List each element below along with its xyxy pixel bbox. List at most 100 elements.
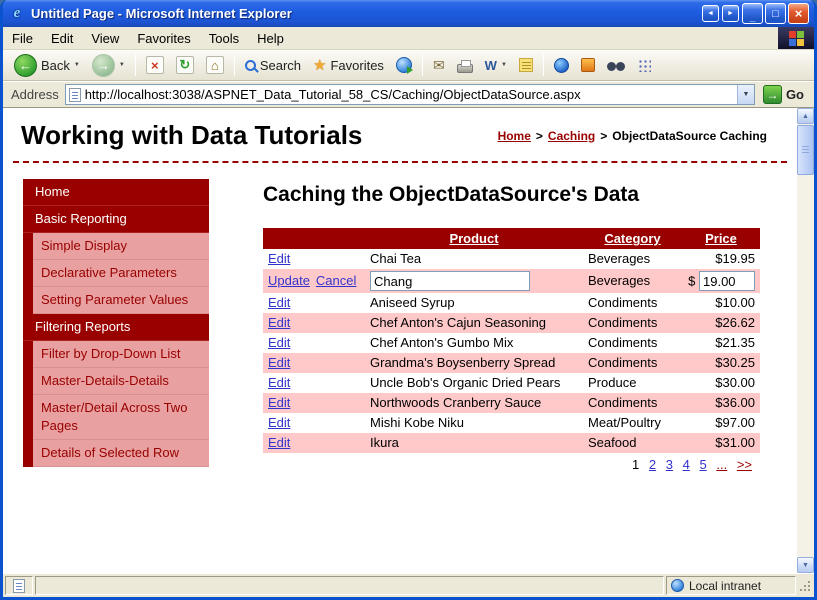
product-name-input[interactable]	[370, 271, 530, 291]
scrollbar-thumb[interactable]	[797, 125, 814, 175]
sidebar-item-home[interactable]: Home	[23, 179, 209, 206]
go-button[interactable]: → Go	[761, 85, 810, 104]
back-dropdown-icon[interactable]: ▼	[74, 62, 80, 68]
sidebar-item-declarative-parameters[interactable]: Declarative Parameters	[33, 260, 209, 287]
sort-price-link[interactable]: Price	[705, 231, 737, 246]
home-icon: ⌂	[211, 58, 219, 73]
category-cell: Meat/Poultry	[583, 413, 682, 433]
forward-button[interactable]: → ▼	[87, 51, 130, 80]
category-cell: Condiments	[583, 353, 682, 373]
edit-link[interactable]: Edit	[268, 375, 290, 390]
sidebar-item-master-details-details[interactable]: Master-Details-Details	[33, 368, 209, 395]
nav-left-button[interactable]: ◄	[702, 5, 719, 22]
table-row: Edit Chef Anton's Cajun Seasoning Condim…	[263, 313, 760, 333]
window-title: Untitled Page - Microsoft Internet Explo…	[31, 6, 697, 21]
media-globe-icon	[396, 57, 412, 73]
search-button[interactable]: Search	[240, 55, 306, 76]
update-link[interactable]: Update	[268, 273, 310, 288]
home-button[interactable]: ⌂	[201, 53, 229, 77]
address-field: ▼	[65, 84, 755, 105]
pager-page-4-link[interactable]: 4	[683, 457, 690, 472]
edit-link[interactable]: Edit	[268, 355, 290, 370]
price-input[interactable]	[699, 271, 755, 291]
stop-button[interactable]: ×	[141, 53, 169, 77]
scrollbar-track[interactable]	[797, 176, 814, 557]
print-button[interactable]	[452, 54, 478, 76]
table-row: Edit Uncle Bob's Organic Dried Pears Pro…	[263, 373, 760, 393]
pager-page-5-link[interactable]: 5	[699, 457, 706, 472]
category-cell: Condiments	[583, 393, 682, 413]
sidebar-item-simple-display[interactable]: Simple Display	[33, 233, 209, 260]
edit-dropdown-icon[interactable]: ▼	[501, 62, 507, 68]
address-input[interactable]	[85, 85, 733, 104]
standard-buttons-toolbar: ← Back ▼ → ▼ × ↻ ⌂ Search ★ Favorites ✉ …	[3, 50, 814, 81]
scroll-down-button[interactable]: ▼	[797, 557, 814, 573]
menu-file[interactable]: File	[3, 27, 42, 49]
back-button[interactable]: ← Back ▼	[9, 51, 85, 80]
pager-page-2-link[interactable]: 2	[649, 457, 656, 472]
sidebar-item-setting-parameter-values[interactable]: Setting Parameter Values	[33, 287, 209, 314]
quick-links-button[interactable]	[632, 55, 656, 75]
msn-button[interactable]	[576, 55, 600, 75]
price-cell: $36.00	[682, 393, 760, 413]
edit-link[interactable]: Edit	[268, 315, 290, 330]
pager-current-page: 1	[632, 457, 639, 472]
sidebar-item-master-detail-across-two-pages[interactable]: Master/Detail Across Two Pages	[33, 395, 209, 440]
edit-link[interactable]: Edit	[268, 435, 290, 450]
resize-grip[interactable]	[798, 579, 812, 593]
messenger-button[interactable]	[549, 55, 574, 76]
windows-logo	[778, 27, 814, 49]
menu-edit[interactable]: Edit	[42, 27, 82, 49]
maximize-button[interactable]: □	[765, 3, 786, 24]
research-button[interactable]	[602, 55, 630, 76]
sidebar-section-basic-reporting[interactable]: Basic Reporting	[23, 206, 209, 233]
edit-link[interactable]: Edit	[268, 335, 290, 350]
search-icon	[245, 60, 256, 71]
discuss-button[interactable]	[514, 55, 538, 75]
sidebar-section-filtering-reports[interactable]: Filtering Reports	[23, 314, 209, 341]
media-button[interactable]	[391, 54, 417, 76]
menu-favorites[interactable]: Favorites	[128, 27, 199, 49]
table-row: Edit Aniseed Syrup Condiments $10.00	[263, 293, 760, 313]
nav-right-button[interactable]: ►	[722, 5, 739, 22]
minimize-button[interactable]: _	[742, 3, 763, 24]
edit-link[interactable]: Edit	[268, 415, 290, 430]
product-cell: Chai Tea	[365, 249, 583, 269]
cancel-link[interactable]: Cancel	[316, 273, 356, 288]
breadcrumb-caching-link[interactable]: Caching	[548, 129, 595, 143]
price-cell: $30.00	[682, 373, 760, 393]
edit-link[interactable]: Edit	[268, 251, 290, 266]
pager-page-3-link[interactable]: 3	[666, 457, 673, 472]
status-message-cell	[35, 576, 664, 595]
category-cell: Produce	[583, 373, 682, 393]
favorites-button[interactable]: ★ Favorites	[308, 53, 389, 77]
table-row: Edit Mishi Kobe Niku Meat/Poultry $97.00	[263, 413, 760, 433]
breadcrumb-current: ObjectDataSource Caching	[612, 129, 767, 143]
address-dropdown-button[interactable]: ▼	[737, 85, 754, 104]
breadcrumb-home-link[interactable]: Home	[498, 129, 531, 143]
menu-tools[interactable]: Tools	[200, 27, 248, 49]
table-row: Edit Chef Anton's Gumbo Mix Condiments $…	[263, 333, 760, 353]
edit-link[interactable]: Edit	[268, 295, 290, 310]
mail-button[interactable]: ✉	[428, 54, 450, 77]
edit-link[interactable]: Edit	[268, 395, 290, 410]
close-button[interactable]: ×	[788, 3, 809, 24]
forward-dropdown-icon[interactable]: ▼	[119, 62, 125, 68]
pager-next-link[interactable]: >>	[737, 457, 752, 472]
menu-bar: File Edit View Favorites Tools Help	[3, 27, 814, 50]
sidebar-item-filter-by-drop-down-list[interactable]: Filter by Drop-Down List	[33, 341, 209, 368]
grid-header-row: Product Category Price	[263, 228, 760, 249]
edit-with-word-button[interactable]: W ▼	[480, 55, 512, 76]
pager-ellipsis-link[interactable]: ...	[716, 457, 727, 472]
local-intranet-icon	[671, 579, 684, 592]
refresh-button[interactable]: ↻	[171, 53, 199, 77]
sort-category-link[interactable]: Category	[604, 231, 660, 246]
scroll-up-button[interactable]: ▲	[797, 108, 814, 124]
products-grid: Product Category Price Edit Chai Tea Bev…	[263, 228, 760, 477]
menu-help[interactable]: Help	[248, 27, 293, 49]
titlebar: e Untitled Page - Microsoft Internet Exp…	[3, 0, 814, 27]
search-label: Search	[260, 58, 301, 73]
sort-product-link[interactable]: Product	[449, 231, 498, 246]
menu-view[interactable]: View	[82, 27, 128, 49]
sidebar-item-details-of-selected-row[interactable]: Details of Selected Row	[33, 440, 209, 467]
